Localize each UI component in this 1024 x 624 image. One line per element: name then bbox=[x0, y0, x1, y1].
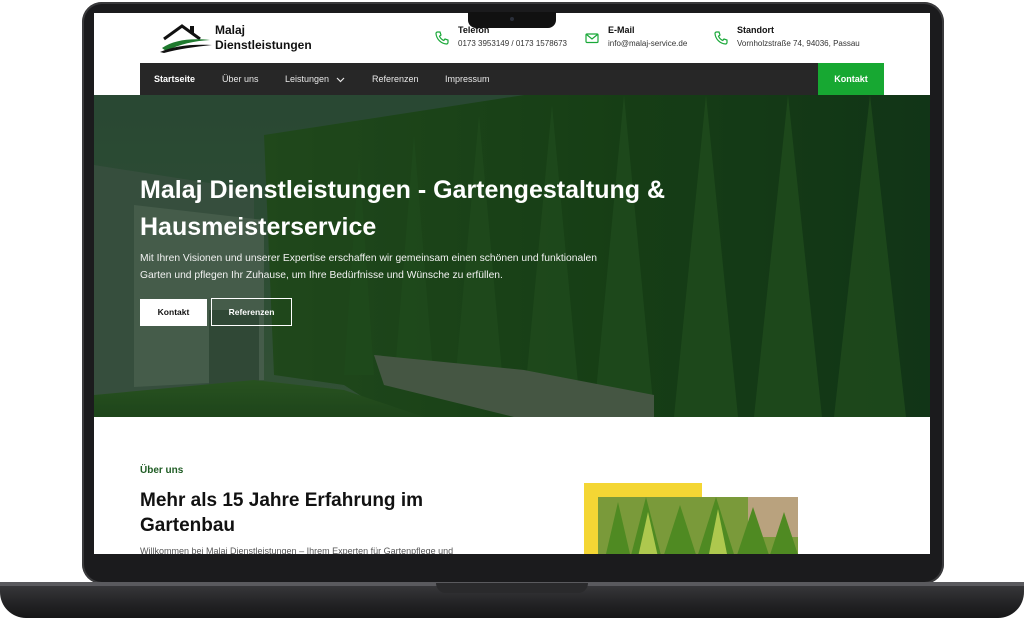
nav-contact-button[interactable]: Kontakt bbox=[818, 63, 884, 95]
laptop-frame: Malaj Dienstleistungen Telefon 0173 3953… bbox=[0, 0, 1024, 624]
hero-description: Mit Ihren Visionen und unserer Expertise… bbox=[140, 253, 597, 281]
hero-references-button[interactable]: Referenzen bbox=[211, 298, 292, 326]
chevron-down-icon bbox=[336, 77, 344, 82]
nav-item-referenzen[interactable]: Referenzen bbox=[372, 63, 419, 95]
nav-item-startseite[interactable]: Startseite bbox=[154, 63, 195, 95]
about-title: Mehr als 15 Jahre Erfahrung im Gartenbau bbox=[140, 490, 423, 536]
about-hedge-illustration bbox=[598, 497, 798, 554]
phone-icon bbox=[435, 31, 449, 45]
brand-logo[interactable]: Malaj Dienstleistungen bbox=[160, 23, 320, 57]
nav-item-leistungen[interactable]: Leistungen bbox=[285, 63, 345, 95]
nav-item-ueber-uns[interactable]: Über uns bbox=[222, 63, 259, 95]
about-intro-text: Willkommen bei Malaj Dienstleistungen – … bbox=[140, 546, 454, 554]
contact-phone-value: 0173 3953149 / 0173 1578673 bbox=[458, 39, 567, 48]
brand-name-line2: Dienstleistungen bbox=[215, 38, 312, 52]
main-navigation: Startseite Über uns Leistungen Referenze… bbox=[140, 63, 884, 95]
hero-title: Malaj Dienstleistungen - Gartengestaltun… bbox=[140, 176, 666, 241]
laptop-hinge-notch bbox=[436, 583, 588, 593]
camera-notch bbox=[468, 12, 556, 28]
contact-email-value: info@malaj-service.de bbox=[608, 39, 688, 48]
about-kicker: Über uns bbox=[140, 465, 184, 476]
contact-email-title: E-Mail bbox=[608, 25, 635, 35]
contact-location-value: Vornholzstraße 74, 94036, Passau bbox=[737, 39, 860, 48]
browser-screen: Malaj Dienstleistungen Telefon 0173 3953… bbox=[94, 13, 930, 554]
phone-icon bbox=[714, 31, 728, 45]
nav-item-impressum[interactable]: Impressum bbox=[445, 63, 490, 95]
contact-location-title: Standort bbox=[737, 25, 774, 35]
hero-contact-button[interactable]: Kontakt bbox=[140, 299, 207, 326]
hero-section: Malaj Dienstleistungen - Gartengestaltun… bbox=[94, 95, 930, 417]
about-hedge-image bbox=[598, 497, 798, 554]
nav-item-leistungen-label: Leistungen bbox=[285, 74, 330, 84]
camera-icon bbox=[510, 17, 514, 21]
mail-icon bbox=[585, 33, 599, 44]
house-logo-icon bbox=[160, 24, 212, 53]
brand-name-line1: Malaj bbox=[215, 23, 246, 37]
